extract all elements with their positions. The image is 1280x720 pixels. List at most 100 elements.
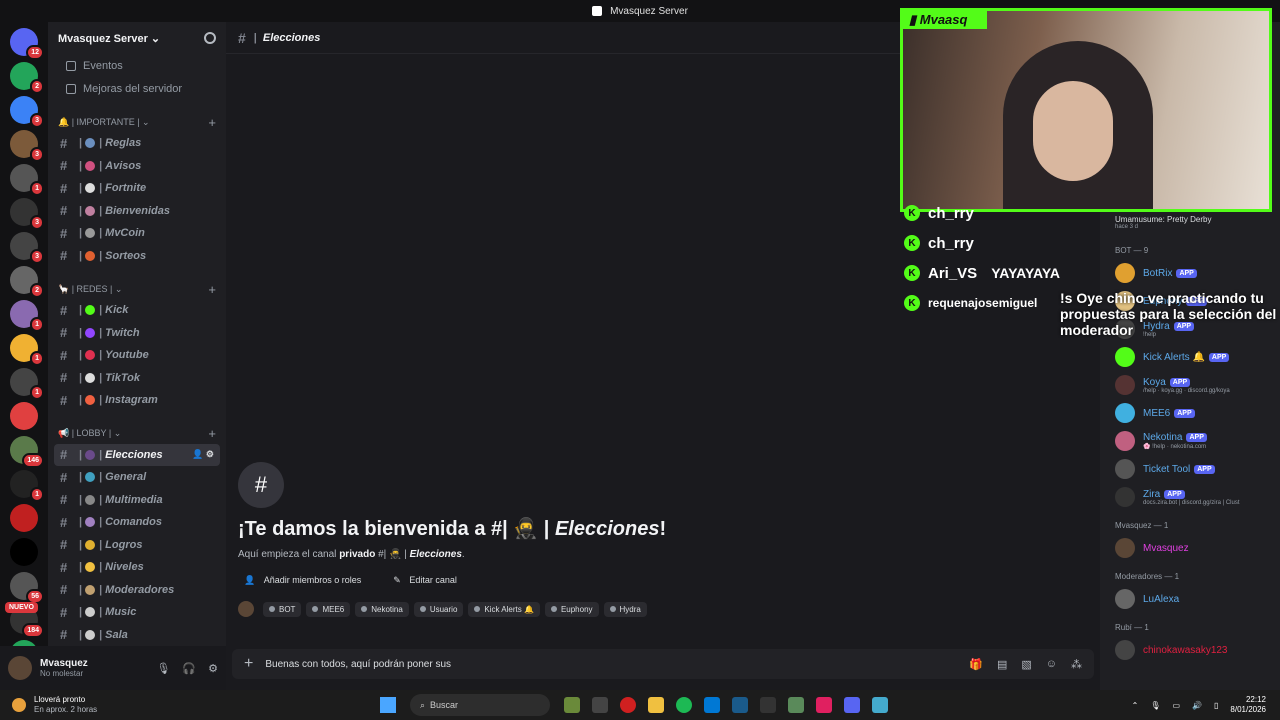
home-icon[interactable]: 12 [10, 28, 44, 60]
role-pill[interactable]: BOT [263, 601, 302, 617]
server-icon[interactable]: 1 [10, 368, 44, 400]
server-icon[interactable] [10, 504, 38, 532]
server-icon[interactable]: 3 [10, 130, 44, 162]
widget-icon[interactable] [564, 697, 580, 713]
member-item[interactable]: Zira APP docs.zira.bot | discord.gg/zira |… [1100, 483, 1280, 511]
add-channel-icon[interactable]: + [208, 115, 216, 130]
channel-item[interactable]: # | | Elecciones 👤 ⚙ [54, 443, 220, 466]
member-item[interactable]: Ticket Tool APP [1100, 455, 1280, 483]
member-item[interactable]: Kick Alerts 🔔 APP [1100, 343, 1280, 371]
app-icon[interactable] [788, 697, 804, 713]
member-item[interactable]: Mvasquez [1100, 534, 1280, 562]
role-pill[interactable]: Nekotina [355, 601, 409, 617]
category-header[interactable]: 📢 | LOBBY | ⌄ + [48, 424, 226, 444]
channel-item[interactable]: # | | Twitch [54, 322, 220, 345]
add-members-button[interactable]: 👤 Añadir miembros o roles [238, 572, 373, 589]
battery-icon[interactable]: ▯ [1214, 701, 1218, 710]
attach-plus-icon[interactable]: + [244, 655, 253, 673]
app-icon[interactable] [592, 697, 608, 713]
server-icon[interactable]: 3 [10, 198, 44, 230]
spotify-icon[interactable] [676, 697, 692, 713]
member-item[interactable]: LuAlexa [1100, 585, 1280, 613]
network-icon[interactable]: ▭ [1172, 701, 1180, 710]
channel-item[interactable]: # | | Bienvenidas [54, 200, 220, 223]
channel-emoji-icon [85, 472, 96, 483]
add-channel-icon[interactable]: + [208, 426, 216, 441]
sidebar-item-events[interactable]: Eventos [54, 55, 220, 77]
server-icon[interactable]: 56 [10, 572, 44, 604]
volume-icon[interactable]: 🔊 [1192, 701, 1202, 710]
gift-icon[interactable]: 🎁 [969, 658, 983, 671]
role-pill[interactable]: Kick Alerts 🔔 [468, 601, 540, 617]
headphones-icon[interactable]: 🎧 [182, 662, 196, 675]
server-icon[interactable]: 1 [10, 300, 44, 332]
channel-item[interactable]: # | | Youtube [54, 344, 220, 367]
channel-item[interactable]: # | | Logros [54, 534, 220, 557]
channel-item[interactable]: # | | Instagram [54, 389, 220, 412]
channel-item[interactable]: # | | Sorteos [54, 245, 220, 268]
channel-item[interactable]: # | | General [54, 466, 220, 489]
role-pill[interactable]: MEE6 [306, 601, 351, 617]
store-icon[interactable] [704, 697, 720, 713]
notepad-icon[interactable] [872, 697, 888, 713]
channel-item[interactable]: # | | Kick [54, 299, 220, 322]
server-icon[interactable]: 3 [10, 232, 44, 264]
avatar[interactable] [8, 656, 32, 680]
server-name[interactable]: Mvasquez Server ⌄ [58, 32, 160, 45]
invite-people-icon[interactable] [204, 32, 216, 44]
chevron-up-icon[interactable]: ⌃ [1132, 701, 1139, 710]
sticker-icon[interactable]: ▧ [1021, 658, 1031, 671]
app-icon[interactable] [760, 697, 776, 713]
sidebar-item-boosts[interactable]: Mejoras del servidor [54, 78, 220, 100]
channel-item[interactable]: # | | Reglas [54, 132, 220, 155]
clock[interactable]: 22:12 8/01/2026 [1230, 695, 1266, 715]
discord-icon[interactable] [844, 697, 860, 713]
channel-item[interactable]: # | | Fortnite [54, 177, 220, 200]
channel-item[interactable]: # | | Comandos [54, 511, 220, 534]
folder-icon[interactable] [648, 697, 664, 713]
windows-start-icon[interactable] [380, 697, 396, 713]
channel-item[interactable]: # | | Avisos [54, 155, 220, 178]
member-item[interactable]: Nekotina APP 🌸 !help · nekotina.com [1100, 427, 1280, 455]
role-pill[interactable]: Hydra [603, 601, 647, 617]
channel-item[interactable]: # | | Niveles [54, 556, 220, 579]
taskbar-search[interactable]: ⌕ Buscar [410, 694, 550, 716]
server-icon[interactable]: 2 [10, 266, 44, 298]
channel-item[interactable]: # | | Multimedia [54, 489, 220, 512]
microphone-icon[interactable]: 🎙 [156, 662, 170, 675]
gif-icon[interactable]: ▤ [997, 658, 1007, 671]
weather-widget[interactable]: Lloverá pronto En aprox. 2 horas [0, 695, 380, 715]
server-icon[interactable]: 1 [10, 164, 44, 196]
app-icon[interactable] [732, 697, 748, 713]
server-icon[interactable] [10, 402, 38, 430]
server-icon[interactable] [10, 538, 38, 566]
server-icon[interactable]: 1 [10, 334, 44, 366]
role-pill[interactable]: Usuario [413, 601, 464, 617]
edit-channel-button[interactable]: ✎ Editar canal [387, 572, 469, 589]
channel-item[interactable]: # | | TikTok [54, 367, 220, 390]
message-input[interactable] [265, 658, 970, 670]
server-icon[interactable]: 2 [10, 62, 44, 94]
emoji-icon[interactable]: ☺ [1046, 658, 1057, 671]
server-icon[interactable]: 146 [10, 436, 44, 468]
role-pill[interactable]: Euphony [544, 601, 599, 617]
member-item[interactable]: Koya APP/help · koya.gg · discord.gg/koya [1100, 371, 1280, 399]
channel-item[interactable]: # | | Moderadores [54, 579, 220, 602]
channel-item[interactable]: # | | Music [54, 601, 220, 624]
server-icon[interactable]: 3 [10, 96, 44, 128]
member-item[interactable]: MEE6 APP [1100, 399, 1280, 427]
opera-icon[interactable] [620, 697, 636, 713]
tiktok-icon[interactable] [816, 697, 832, 713]
server-icon[interactable]: 1 [10, 470, 44, 502]
microphone-icon[interactable]: 🎙 [1150, 701, 1160, 710]
member-item[interactable]: chinokawasaky123 [1100, 636, 1280, 664]
channel-settings-icon[interactable]: 👤 ⚙ [192, 449, 214, 460]
category-header[interactable]: 🔔 | IMPORTANTE | ⌄ + [48, 112, 226, 132]
channel-item[interactable]: # | | MvCoin [54, 222, 220, 245]
server-header[interactable]: Mvasquez Server ⌄ [48, 22, 226, 54]
channel-item[interactable]: # | | Sala [54, 624, 220, 647]
category-header[interactable]: 🦙 | REDES | ⌄ + [48, 279, 226, 299]
apps-icon[interactable]: ⁂ [1071, 658, 1082, 671]
add-channel-icon[interactable]: + [208, 282, 216, 297]
settings-gear-icon[interactable]: ⚙ [208, 662, 218, 675]
